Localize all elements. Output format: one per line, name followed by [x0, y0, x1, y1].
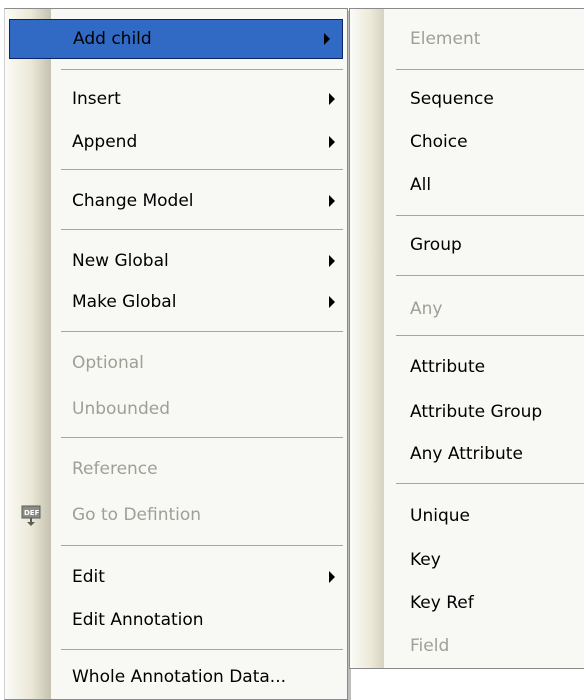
submenu-item-group[interactable]: Group	[350, 225, 584, 265]
submenu-item-key[interactable]: Key	[350, 540, 584, 580]
menu-separator	[396, 483, 584, 484]
submenu-item-sequence[interactable]: Sequence	[350, 79, 584, 119]
menu-separator	[396, 69, 584, 70]
submenu-item-key-ref[interactable]: Key Ref	[350, 583, 584, 623]
menu-item-label: Element	[410, 29, 481, 49]
menu-separator	[61, 229, 343, 230]
menu-separator	[61, 545, 343, 546]
menu-separator	[61, 437, 343, 438]
menu-item-label: Whole Annotation Data...	[72, 667, 287, 687]
submenu-arrow-icon	[329, 255, 335, 267]
menu-item-label: Key Ref	[410, 593, 474, 613]
menu-item-label: Any Attribute	[410, 444, 523, 464]
menu-separator	[61, 69, 343, 70]
submenu-item-element[interactable]: Element	[350, 19, 584, 59]
submenu-item-any[interactable]: Any	[350, 289, 584, 329]
menu-item-label: Reference	[72, 459, 158, 479]
submenu-arrow-icon	[329, 571, 335, 583]
menu-item-insert[interactable]: Insert	[5, 79, 347, 119]
menu-item-add-child[interactable]: Add child	[9, 19, 343, 59]
menu-item-whole-annotation-data[interactable]: Whole Annotation Data...	[5, 657, 347, 697]
submenu-item-unique[interactable]: Unique	[350, 496, 584, 536]
submenu-item-field[interactable]: Field	[350, 626, 584, 666]
def-icon: DEF	[21, 504, 41, 526]
menu-item-new-global[interactable]: New Global	[5, 241, 347, 281]
menu-item-change-model[interactable]: Change Model	[5, 181, 347, 221]
menu-item-edit-annotation[interactable]: Edit Annotation	[5, 600, 347, 640]
menu-item-label: Field	[410, 636, 450, 656]
menu-item-reference[interactable]: Reference	[5, 449, 347, 489]
menu-separator	[61, 169, 343, 170]
menu-separator	[396, 275, 584, 276]
submenu-item-attribute[interactable]: Attribute	[350, 347, 584, 387]
menu-separator	[61, 649, 343, 650]
menu-item-label: Choice	[410, 132, 468, 152]
menu-item-label: Sequence	[410, 89, 494, 109]
menu-item-label: Edit Annotation	[72, 610, 204, 630]
menu-item-label: Optional	[72, 353, 144, 373]
menu-item-label: Any	[410, 299, 443, 319]
menu-item-label: Unique	[410, 506, 470, 526]
context-menu: Add child Insert Append Change Model New…	[4, 8, 348, 700]
menu-item-label: Append	[72, 132, 138, 152]
menu-separator	[396, 215, 584, 216]
menu-item-label: New Global	[72, 251, 169, 271]
menu-item-unbounded[interactable]: Unbounded	[5, 389, 347, 429]
menu-item-label: Make Global	[72, 292, 177, 312]
svg-text:DEF: DEF	[24, 509, 40, 517]
menu-item-make-global[interactable]: Make Global	[5, 282, 347, 322]
menu-item-label: Attribute Group	[410, 402, 543, 422]
add-child-submenu: Element Sequence Choice All Group Any At…	[349, 8, 584, 669]
menu-item-label: Unbounded	[72, 399, 170, 419]
submenu-item-any-attribute[interactable]: Any Attribute	[350, 434, 584, 474]
menu-item-label: Insert	[72, 89, 121, 109]
menu-item-label: Add child	[73, 29, 152, 49]
submenu-arrow-icon	[329, 195, 335, 207]
submenu-arrow-icon	[329, 136, 335, 148]
menu-item-label: Attribute	[410, 357, 486, 377]
menu-item-append[interactable]: Append	[5, 122, 347, 162]
menu-item-label: Go to Defintion	[72, 505, 202, 525]
menu-separator	[396, 335, 584, 336]
menu-item-label: Change Model	[72, 191, 194, 211]
menu-separator	[61, 331, 343, 332]
submenu-item-all[interactable]: All	[350, 165, 584, 205]
submenu-item-choice[interactable]: Choice	[350, 122, 584, 162]
menu-item-optional[interactable]: Optional	[5, 343, 347, 383]
menu-item-edit[interactable]: Edit	[5, 557, 347, 597]
menu-item-label: Key	[410, 550, 441, 570]
menu-item-label: All	[410, 175, 432, 195]
menu-item-label: Edit	[72, 567, 105, 587]
menu-item-label: Group	[410, 235, 462, 255]
submenu-arrow-icon	[329, 93, 335, 105]
submenu-item-attribute-group[interactable]: Attribute Group	[350, 392, 584, 432]
menu-item-go-to-definition[interactable]: DEF Go to Defintion	[5, 495, 347, 535]
submenu-arrow-icon	[329, 296, 335, 308]
submenu-arrow-icon	[324, 33, 330, 45]
